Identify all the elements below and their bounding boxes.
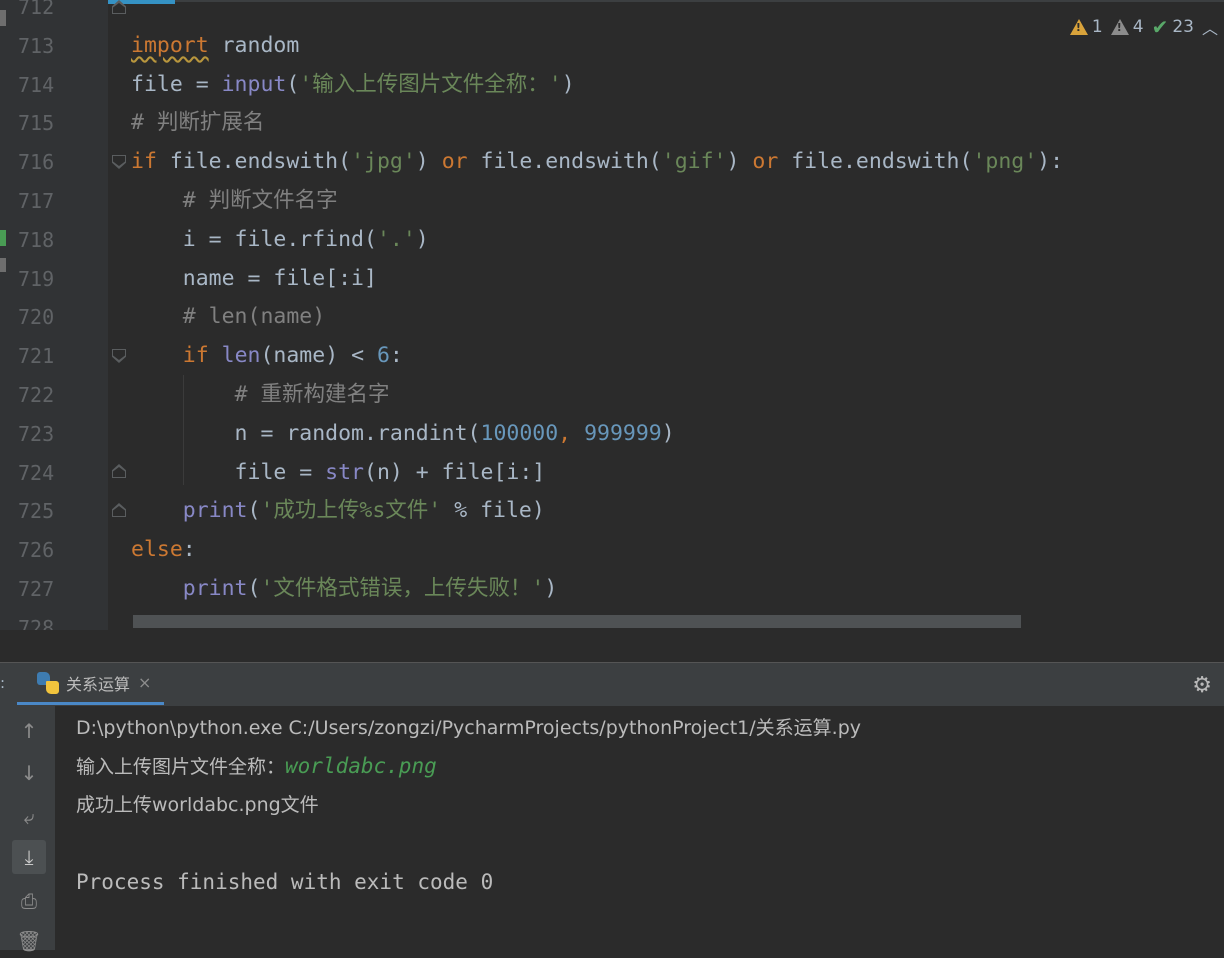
- code-line[interactable]: 719 name = file[:i]: [0, 260, 1224, 298]
- code-line[interactable]: 714 file = input('输入上传图片文件全称：'): [0, 66, 1224, 104]
- code-line[interactable]: 717 # 判断文件名字: [0, 182, 1224, 220]
- run-tool-window-header: : 关系运算 × ⚙: [0, 662, 1224, 707]
- code-text[interactable]: # len(name): [131, 298, 325, 336]
- code-text[interactable]: # 判断扩展名: [131, 104, 264, 142]
- trash-icon[interactable]: 🗑: [12, 924, 46, 958]
- code-text[interactable]: name = file[:i]: [131, 260, 377, 298]
- chevron-up-icon[interactable]: ︿: [1202, 15, 1218, 39]
- double-check-icon: ✔: [1151, 15, 1169, 39]
- down-arrow-icon[interactable]: ↓: [12, 756, 46, 790]
- line-number: 724: [18, 460, 55, 485]
- horizontal-scrollbar[interactable]: [133, 615, 1021, 628]
- code-text[interactable]: n = random.randint(100000, 999999): [131, 415, 675, 453]
- scroll-to-end-icon[interactable]: ⤓: [12, 840, 46, 874]
- print-icon[interactable]: ⎙: [12, 884, 46, 918]
- console-user-input: worldabc.png: [285, 754, 437, 778]
- python-icon: [37, 671, 59, 694]
- indent-guide: [183, 375, 184, 485]
- line-number: 722: [18, 383, 55, 407]
- typo-count[interactable]: ✔ 23: [1152, 15, 1194, 39]
- line-number: 728: [18, 615, 55, 630]
- line-number: 719: [18, 266, 55, 291]
- line-number: 717: [18, 189, 55, 213]
- code-text[interactable]: # 重新构建名字: [131, 376, 390, 414]
- up-arrow-icon[interactable]: ↑: [12, 714, 46, 748]
- code-text[interactable]: else:: [131, 531, 196, 569]
- line-number: 726: [18, 538, 55, 563]
- line-number: 721: [18, 344, 55, 369]
- code-text[interactable]: if len(name) < 6:: [131, 337, 403, 375]
- code-text[interactable]: # 判断文件名字: [131, 182, 338, 220]
- run-tab[interactable]: 关系运算 ×: [17, 663, 164, 705]
- code-text[interactable]: i = file.rfind('.'): [131, 221, 429, 259]
- panel-divider[interactable]: [0, 630, 1224, 663]
- soft-wrap-icon[interactable]: ⤶: [12, 800, 46, 834]
- console-command-line: D:\python\python.exe C:/Users/zongzi/Pyc…: [76, 717, 862, 739]
- console-result-line: 成功上传worldabc.png文件: [76, 794, 319, 816]
- line-number: 727: [18, 577, 55, 601]
- console-toolbar: ↑ ↓ ⤶ ⤓ ⎙ 🗑: [0, 706, 55, 953]
- console-output[interactable]: D:\python\python.exe C:/Users/zongzi/Pyc…: [0, 706, 1224, 950]
- console-prompt-line: 输入上传图片文件全称：worldabc.png: [76, 754, 437, 778]
- code-text[interactable]: file = str(n) + file[i:]: [131, 454, 546, 492]
- warning-icon: [1069, 19, 1088, 35]
- close-icon[interactable]: ×: [138, 673, 151, 692]
- code-line[interactable]: 721 if len(name) < 6:: [0, 337, 1224, 375]
- code-line[interactable]: 715 # 判断扩展名: [0, 104, 1224, 142]
- line-number: 716: [18, 150, 55, 175]
- gear-icon[interactable]: ⚙: [1192, 673, 1212, 698]
- warning-count[interactable]: 1: [1069, 17, 1103, 37]
- run-tab-label: 关系运算: [66, 674, 131, 694]
- code-line[interactable]: 712: [0, 0, 1224, 26]
- line-number: 725: [18, 499, 55, 524]
- code-line[interactable]: 727 print('文件格式错误，上传失败！'): [0, 570, 1224, 608]
- code-line[interactable]: 716 if file.endswith('jpg') or file.endsw…: [0, 143, 1224, 181]
- line-number: 723: [18, 421, 55, 446]
- code-text[interactable]: file = input('输入上传图片文件全称：'): [131, 66, 575, 104]
- line-number: 713: [18, 33, 55, 58]
- code-text[interactable]: if file.endswith('jpg') or file.endswith…: [131, 143, 1063, 181]
- code-line[interactable]: 726 else:: [0, 531, 1224, 569]
- console-exit-message: Process finished with exit code 0: [76, 870, 494, 894]
- weak-warning-count[interactable]: 4: [1110, 17, 1144, 37]
- weak-warning-icon: [1110, 19, 1129, 35]
- code-line[interactable]: 720 # len(name): [0, 298, 1224, 336]
- line-number: 714: [18, 72, 55, 97]
- line-number: 712: [18, 0, 55, 19]
- code-text[interactable]: import random: [131, 27, 299, 65]
- code-line[interactable]: 713 import random: [0, 27, 1224, 65]
- line-number: 720: [18, 305, 55, 330]
- tool-window-label: :: [0, 674, 6, 692]
- code-editor[interactable]: 712 713 import random 714 file = input('输入上传…: [0, 0, 1224, 630]
- code-text[interactable]: print('成功上传%s文件' % file): [131, 492, 545, 530]
- code-line[interactable]: 718 i = file.rfind('.'): [0, 221, 1224, 259]
- inspection-widget[interactable]: 1 4 ✔ 23 ︿: [1069, 14, 1224, 40]
- code-line[interactable]: 725 print('成功上传%s文件' % file): [0, 492, 1224, 530]
- line-number: 718: [18, 227, 55, 252]
- code-text[interactable]: print('文件格式错误，上传失败！'): [131, 570, 558, 608]
- line-number: 715: [18, 111, 55, 136]
